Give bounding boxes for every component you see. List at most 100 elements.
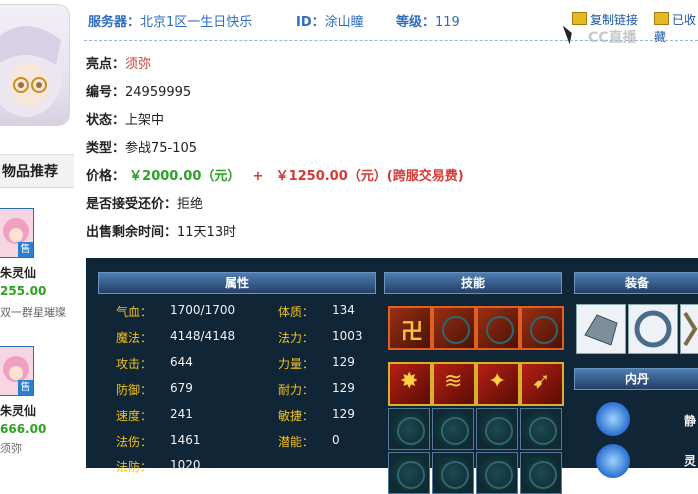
attr-value: 1461 — [170, 433, 201, 447]
skill-slot[interactable] — [520, 306, 564, 350]
attr-label: 体质： — [278, 305, 315, 319]
skill-slot[interactable] — [476, 408, 518, 450]
counter-offer-label: 是否接受还价： — [86, 197, 178, 212]
skill-slot[interactable] — [520, 408, 562, 450]
attr-value: 0 — [332, 433, 340, 447]
level-label: 等级： — [396, 15, 436, 30]
watermark: CC直播 — [588, 30, 637, 46]
attr-label: 敏捷： — [278, 409, 315, 423]
equip-slot[interactable] — [576, 304, 626, 354]
copy-link-label: 复制链接 — [590, 13, 639, 27]
status-value: 上架中 — [125, 113, 165, 128]
skill-slot[interactable]: ➹ — [520, 362, 564, 406]
sell-tag: 售 — [18, 380, 33, 395]
skill-slot[interactable] — [388, 452, 430, 494]
id-label: ID： — [296, 15, 325, 30]
attr-value: 1003 — [332, 329, 363, 343]
skill-slot[interactable]: ≋ — [432, 362, 476, 406]
armor-equip-icon — [584, 314, 618, 346]
skill-slot[interactable]: ✸ — [388, 362, 432, 406]
empty-skill-icon — [529, 417, 557, 445]
equip-slot[interactable] — [628, 304, 678, 354]
copy-link-button[interactable]: 复制链接 — [572, 11, 638, 28]
skill-icon — [530, 316, 558, 344]
attr-label: 法防： — [116, 460, 153, 474]
skill-slot[interactable]: 卍 — [388, 306, 432, 350]
type-value: 参战75-105 — [125, 141, 198, 156]
recommend-title: 物品推荐 — [2, 164, 58, 180]
recommend-item-desc: 须弥 — [0, 442, 22, 455]
attr-label: 攻击： — [116, 357, 153, 371]
equip-slot[interactable] — [680, 304, 698, 354]
header-divider — [84, 40, 698, 41]
code-row: 编号：24959995 — [86, 81, 191, 100]
server-info: 服务器：北京1区一生日快乐 — [88, 11, 252, 30]
remaining-time-label: 出售剩余时间： — [86, 225, 178, 240]
accessory-equip-icon — [683, 311, 698, 347]
skill-slot[interactable] — [520, 452, 562, 494]
server-label: 服务器： — [88, 15, 141, 30]
neidan-icon[interactable] — [596, 402, 630, 436]
skill-slot[interactable]: ✦ — [476, 362, 520, 406]
empty-skill-icon — [397, 461, 425, 489]
arrow-skill-icon: ➹ — [532, 369, 551, 394]
neidan-header: 内丹 — [574, 368, 698, 390]
price-plus: + — [252, 169, 264, 184]
recommend-item-thumb[interactable]: 售 — [0, 208, 34, 258]
skill-icon — [486, 316, 514, 344]
attr-value: 129 — [332, 355, 355, 369]
cross-server-fee: ￥1250.00（元）(跨服交易费) — [275, 169, 464, 184]
skill-header: 技能 — [384, 272, 562, 294]
level-value: 119 — [435, 15, 460, 30]
skill-slot[interactable] — [432, 408, 474, 450]
recommend-header: 物品推荐 — [0, 154, 74, 188]
attr-value: 1020 — [170, 458, 201, 472]
code-label: 编号： — [86, 85, 126, 100]
attr-label: 潜能： — [278, 435, 315, 449]
attr-value: 644 — [170, 355, 193, 369]
skill-icon — [442, 316, 470, 344]
attr-value: 1700/1700 — [170, 303, 236, 317]
recommend-item-name[interactable]: 朱灵仙 — [0, 264, 36, 281]
recommend-item-thumb[interactable]: 售 — [0, 346, 34, 396]
attr-label: 魔法： — [116, 331, 153, 345]
recommend-item-price: 255.00 — [0, 284, 47, 298]
status-row: 状态：上架中 — [86, 109, 164, 128]
empty-skill-icon — [485, 417, 513, 445]
price-value: ￥2000.00（元） — [129, 169, 241, 184]
attr-value: 129 — [332, 381, 355, 395]
recommend-item-name[interactable]: 朱灵仙 — [0, 402, 36, 419]
wave-skill-icon: ≋ — [444, 369, 463, 394]
code-value: 24959995 — [125, 85, 192, 100]
ring-equip-icon — [634, 310, 672, 348]
attr-value: 134 — [332, 303, 355, 317]
highlight-row: 亮点：须弥 — [86, 53, 151, 72]
skill-slot[interactable] — [388, 408, 430, 450]
neidan-icon[interactable] — [596, 444, 630, 478]
type-label: 类型： — [86, 141, 126, 156]
skill-slot[interactable] — [476, 306, 520, 350]
attr-value: 241 — [170, 407, 193, 421]
pet-stats-panel: 属性 技能 装备 气血： 1700/1700 魔法： 4148/4148 攻击：… — [86, 258, 698, 494]
skill-slot[interactable] — [432, 452, 474, 494]
highlight-label: 亮点： — [86, 57, 126, 72]
attr-value: 4148/4148 — [170, 329, 236, 343]
highlight-value: 须弥 — [125, 57, 152, 72]
recommend-item-price: 666.00 — [0, 422, 47, 436]
fire-skill-icon: ✸ — [400, 369, 419, 394]
attr-label: 防御： — [116, 383, 153, 397]
equip-header: 装备 — [574, 272, 698, 294]
skill-slot[interactable] — [432, 306, 476, 350]
attr-label: 力量： — [278, 357, 315, 371]
skill-slot[interactable] — [476, 452, 518, 494]
attr-header: 属性 — [98, 272, 376, 294]
remaining-time-row: 出售剩余时间：11天13时 — [86, 221, 236, 240]
recommend-item-desc: 双一群星璀璨 — [0, 306, 66, 319]
status-label: 状态： — [86, 113, 126, 128]
skill-icon: 卍 — [401, 320, 424, 345]
neidan-name: 静 — [684, 414, 697, 428]
attr-label: 法伤： — [116, 435, 153, 449]
type-row: 类型：参战75-105 — [86, 137, 197, 156]
id-value: 涂山瞳 — [324, 15, 364, 30]
attr-label: 速度： — [116, 409, 153, 423]
